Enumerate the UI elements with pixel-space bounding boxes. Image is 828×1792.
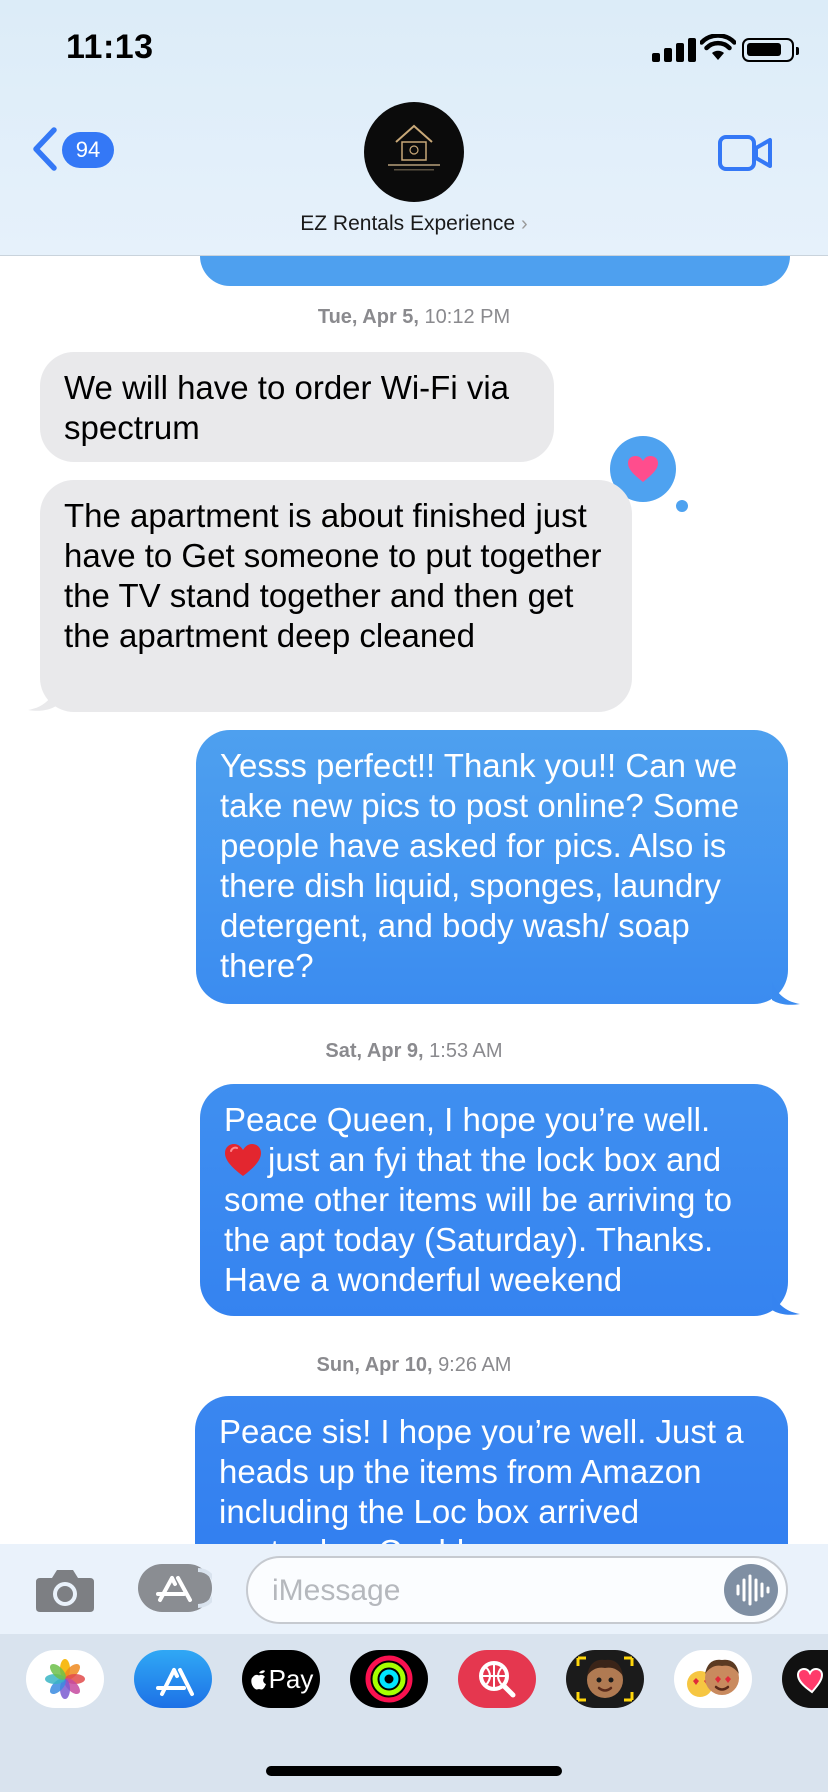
previous-sent-bubble[interactable] [200,256,790,286]
bubble-tail [28,688,56,711]
video-camera-icon[interactable] [718,134,772,172]
photos-app-button[interactable] [26,1650,104,1708]
bubble-tail [772,1292,800,1315]
audio-message-icon [736,1574,770,1606]
unread-count-badge: 94 [62,132,114,168]
back-chevron-icon [33,127,57,171]
sent-message-bubble[interactable]: Yesss perfect!! Thank you!! Can we take … [196,730,788,1004]
red-heart-emoji-icon [225,1144,261,1176]
app-store-button[interactable] [138,1564,218,1612]
ez-rentals-logo [388,124,440,171]
memoji-stickers-button[interactable] [566,1650,644,1708]
cellular-signal-icon [652,38,696,62]
memoji-app-button[interactable] [674,1650,752,1708]
contact-name-link[interactable]: EZ Rentals Experience › [0,212,828,236]
message-text: Peace sis! I hope you’re well. Just a he… [219,1413,744,1544]
apple-pay-app-button[interactable]: Pay [242,1650,320,1708]
activity-app-icon [365,1655,413,1703]
message-input[interactable] [272,1570,712,1612]
contact-avatar[interactable] [364,102,464,202]
memoji-icon [687,1659,739,1697]
received-message-bubble[interactable]: The apartment is about finished just hav… [40,480,632,712]
message-text: We will have to order Wi-Fi via spectrum [64,369,510,446]
heart-icon [628,456,658,482]
photos-app-icon [45,1659,85,1699]
timestamp: Sun, Apr 10, 9:26 AM [316,1354,512,1376]
back-button[interactable]: 94 [30,126,120,172]
wifi-icon [700,34,736,60]
tapback-tail [676,500,688,512]
received-message-bubble[interactable]: We will have to order Wi-Fi via spectrum [40,352,554,462]
stickers-app-button[interactable] [782,1650,828,1708]
sent-message-bubble[interactable]: Peace Queen, I hope you’re well. just an… [200,1084,788,1316]
chevron-right-icon: › [521,213,528,235]
activity-app-button[interactable] [350,1650,428,1708]
apple-pay-icon [250,1670,266,1690]
message-text-rest: just an fyi that the lock box and some o… [224,1141,733,1298]
memoji-icon [576,1656,634,1702]
conversation-header: 11:13 94 EZ Rentals Experience › [0,0,828,256]
app-store-app-button[interactable] [134,1650,212,1708]
timestamp: Sat, Apr 9, 1:53 AM [325,1040,503,1062]
home-indicator[interactable] [266,1766,562,1776]
bubble-tail [772,982,800,1005]
web-search-app-icon [479,1661,516,1698]
apple-pay-label: Pay [268,1664,314,1694]
sent-message-bubble[interactable]: Peace sis! I hope you’re well. Just a he… [195,1396,788,1544]
camera-icon[interactable] [34,1566,96,1614]
app-store-icon [156,1668,194,1696]
timestamp: Tue, Apr 5, 10:12 PM [317,306,511,328]
heart-sticker-icon [796,1667,824,1694]
imessage-field[interactable] [246,1556,788,1624]
app-store-icon [156,1568,218,1608]
battery-icon [742,38,799,62]
status-time: 11:13 [66,28,154,66]
web-search-app-button[interactable] [458,1650,536,1708]
message-text: Yesss perfect!! Thank you!! Can we take … [220,747,740,984]
message-text: The apartment is about finished just hav… [64,497,602,654]
message-list[interactable]: Tue, Apr 5, 10:12 PM We will have to ord… [0,256,828,1544]
message-text-line1: Peace Queen, I hope you’re well. [224,1101,711,1138]
audio-message-button[interactable] [724,1564,778,1616]
contact-name: EZ Rentals Experience [300,212,516,235]
message-input-bar [0,1544,828,1634]
